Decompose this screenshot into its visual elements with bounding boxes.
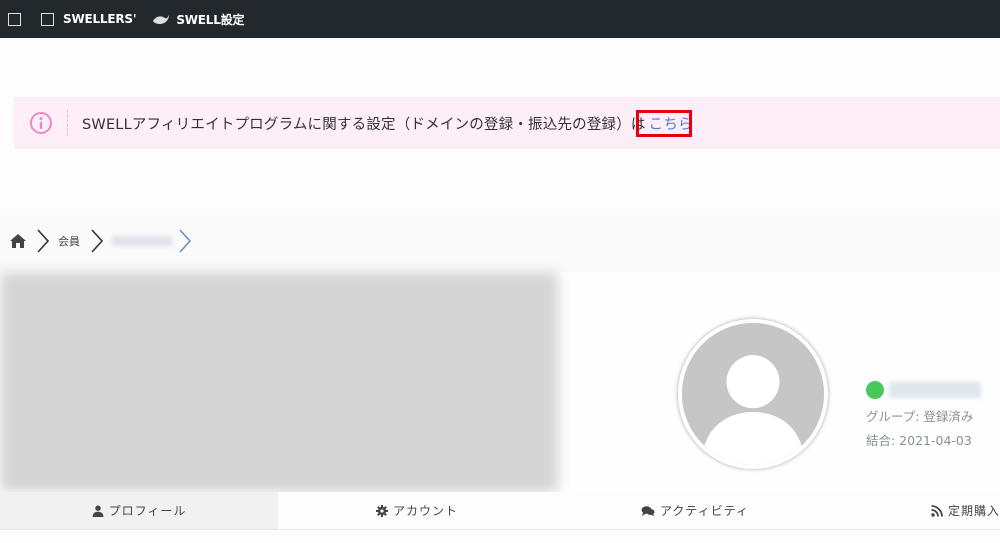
home-icon[interactable] [10,234,26,248]
tab-account[interactable]: アカウント [278,492,556,529]
notice-text: SWELLアフィリエイトプログラムに関する設定（ドメインの登録・振込先の登録）は… [82,113,696,134]
tab-profile-label: プロフィール [108,504,187,518]
online-status-dot [866,381,884,399]
breadcrumb: 会員 [0,210,1000,272]
cover-image-blurred [0,272,558,492]
notice-message: SWELLアフィリエイトプログラムに関する設定（ドメインの登録・振込先の登録）は [82,116,646,133]
chevron-right-icon [179,229,191,253]
username-blurred [889,382,981,398]
chevron-right-icon [91,229,104,253]
user-icon [92,505,104,517]
square-icon [8,12,21,26]
tab-profile[interactable]: プロフィール [0,492,278,529]
tab-activity-label: アクティビティ [660,504,749,518]
profile-header: グループ: 登録済み 結合: 2021-04-03 [0,272,1000,492]
profile-joined: 結合: 2021-04-03 [866,433,972,448]
tab-activity[interactable]: アクティビティ [556,492,834,529]
avatar [678,319,828,469]
admin-bar-swell-settings-label: SWELL設定 [176,12,245,27]
breadcrumb-members[interactable]: 会員 [58,233,80,249]
admin-bar-swellers-label: SWELLERS' [63,12,137,26]
info-icon [30,112,52,134]
profile-tabs: プロフィール アカウント アクティビティ 定期購入 [0,492,1000,530]
profile-group: グループ: 登録済み [866,409,974,424]
notice-divider [67,110,68,136]
tab-subscriptions-label: 定期購入 [947,504,1000,518]
link-highlight-box [636,110,692,137]
tab-subscriptions[interactable]: 定期購入 [834,492,1000,529]
comments-icon [641,505,655,516]
gear-icon [375,504,388,517]
breadcrumb-current-blurred [112,236,172,246]
square-icon [41,12,54,26]
swell-logo-icon [153,15,170,24]
affiliate-notice: SWELLアフィリエイトプログラムに関する設定（ドメインの登録・振込先の登録）は… [14,97,1000,149]
admin-bar-swell-settings[interactable]: SWELL設定 [152,11,245,28]
chevron-right-icon [37,229,50,253]
admin-bar-swellers[interactable]: SWELLERS' [41,12,137,26]
rss-icon [931,504,943,517]
tab-account-label: アカウント [392,504,458,518]
admin-bar: SWELLERS' SWELL設定 [0,0,1000,38]
default-avatar-icon [682,323,824,465]
admin-bar-menu-toggle[interactable] [8,12,21,26]
